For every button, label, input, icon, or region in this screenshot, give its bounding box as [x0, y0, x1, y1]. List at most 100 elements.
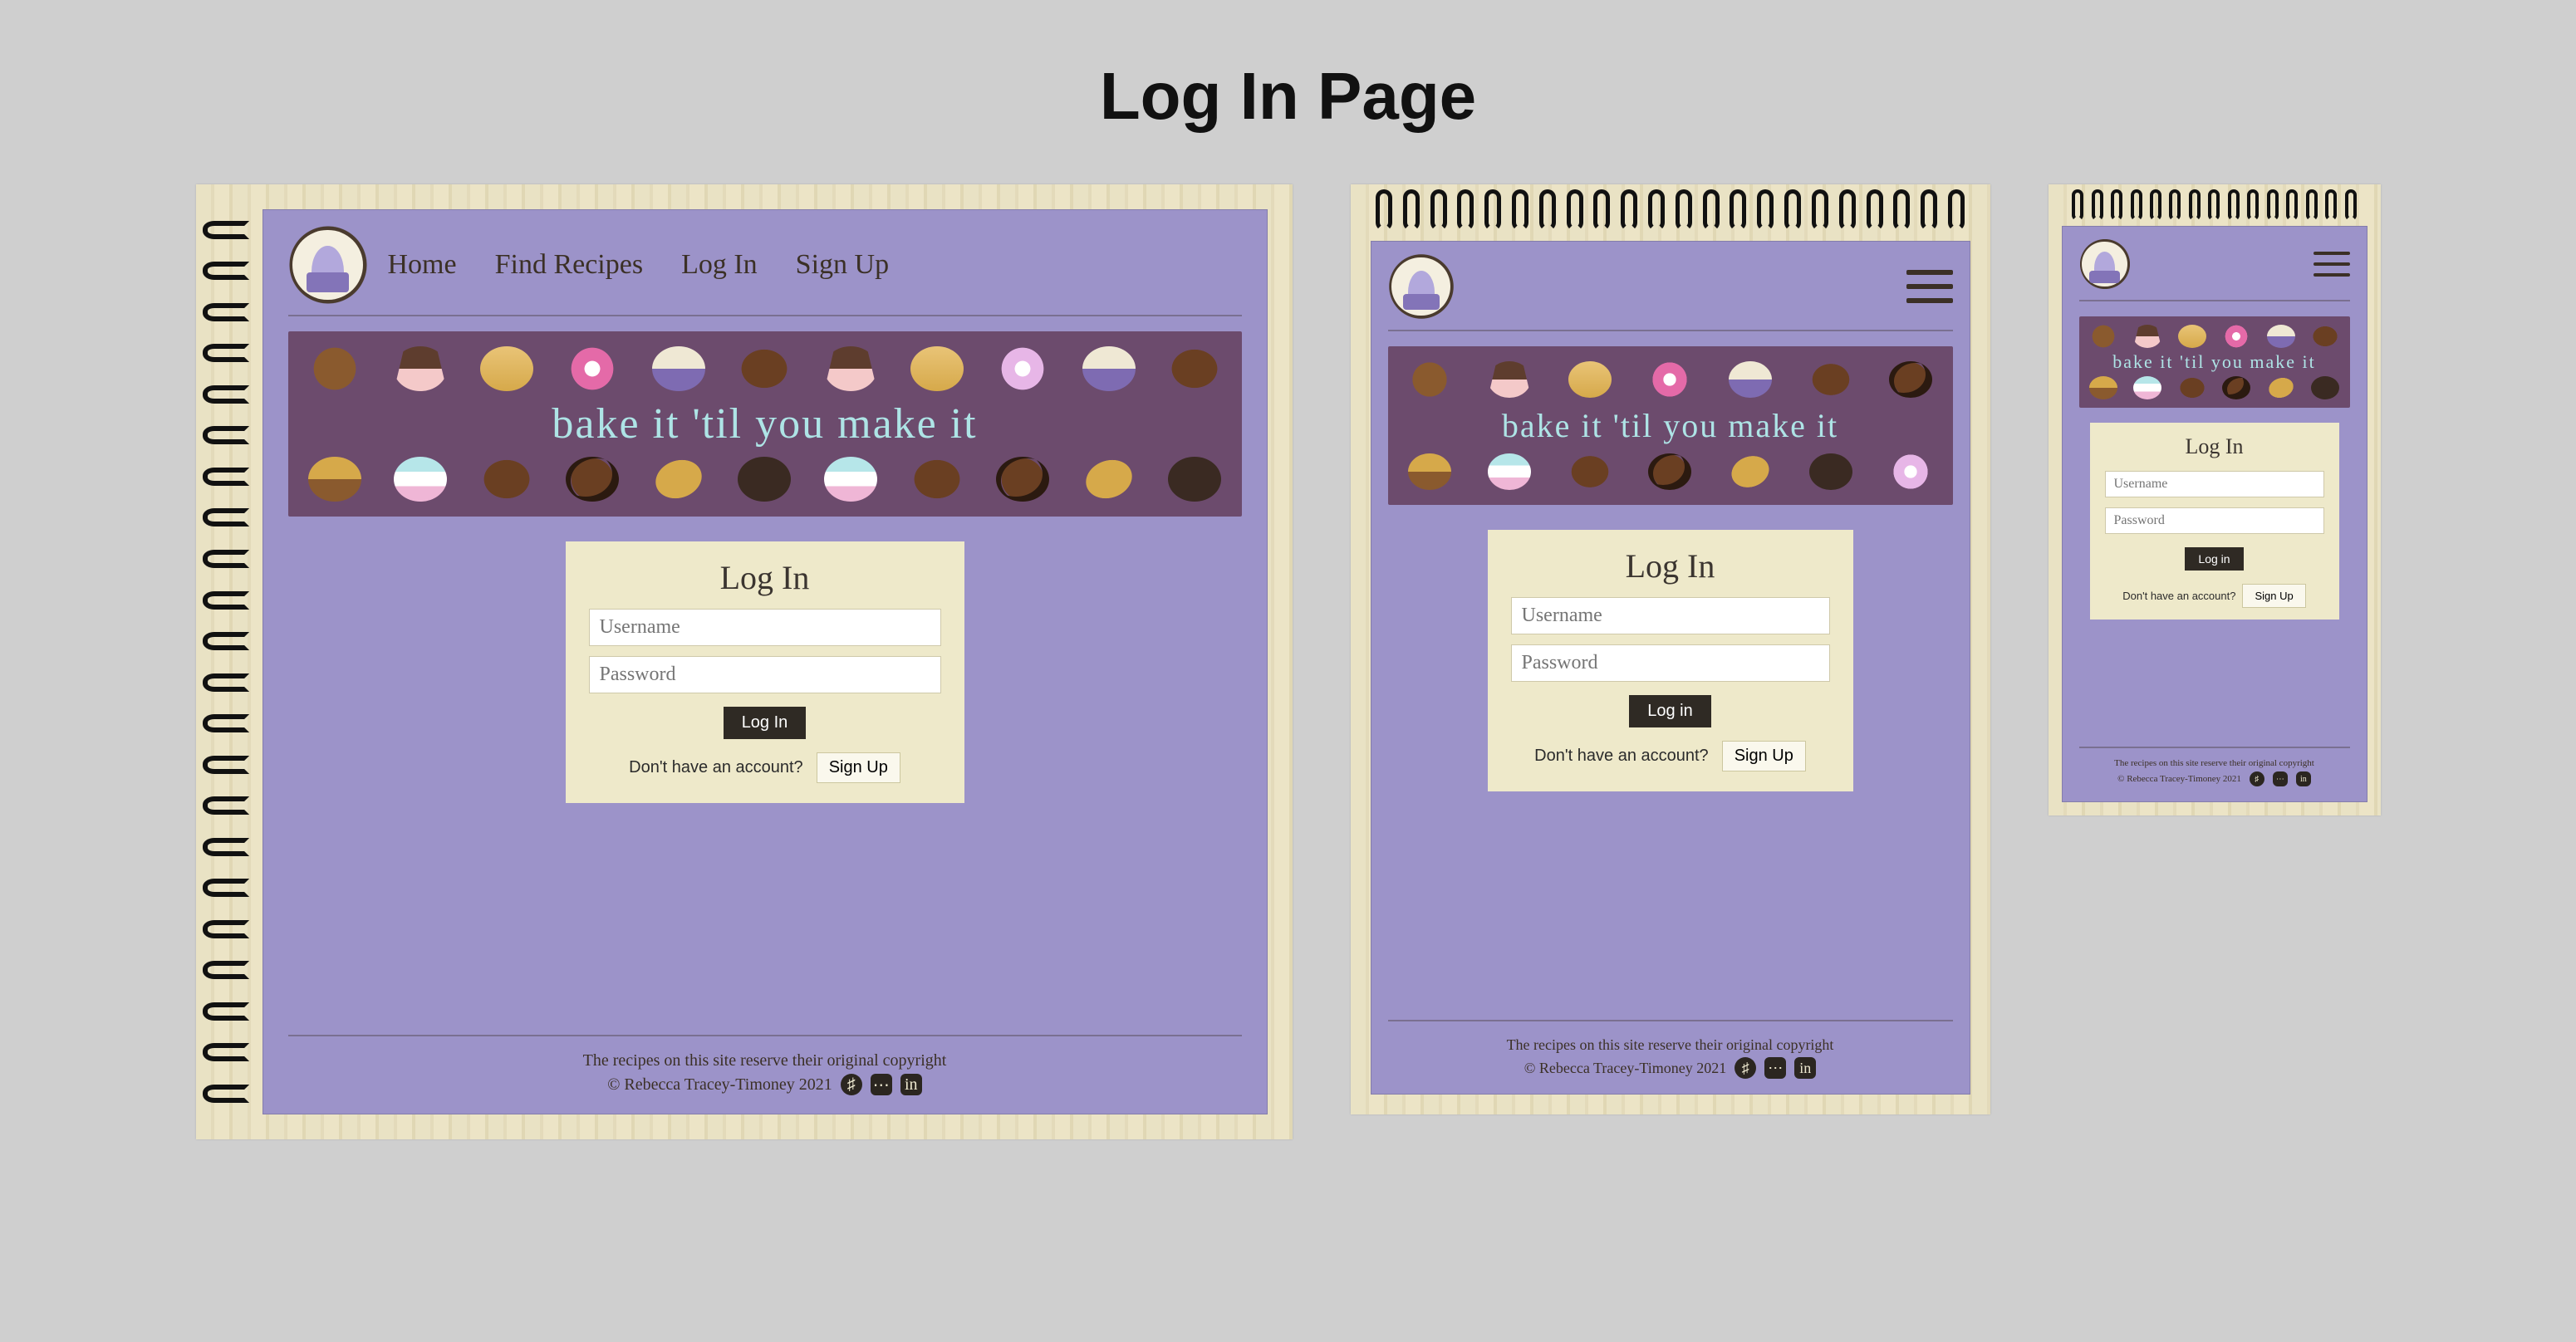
cookie-icon [1889, 361, 1932, 398]
logo[interactable] [1388, 253, 1455, 320]
roll-icon [910, 457, 964, 502]
chat-icon[interactable]: ⋯ [871, 1074, 892, 1095]
roll-icon [1168, 346, 1221, 391]
login-card: Log In Log in Don't have an account? Sig… [1488, 530, 1853, 791]
macaron-icon [394, 457, 447, 502]
hero-banner: bake it 'til you make it [288, 331, 1242, 517]
nav-signup[interactable]: Sign Up [796, 249, 889, 281]
hamburger-menu-icon[interactable] [1906, 270, 1953, 303]
macaron-icon [824, 457, 877, 502]
footer: The recipes on this site reserve their o… [1388, 1020, 1953, 1082]
pretzel-icon [308, 346, 361, 391]
croissant-icon [2264, 376, 2297, 399]
page-surface: Home Find Recipes Log In Sign Up [263, 209, 1268, 1114]
chat-icon[interactable]: ⋯ [2273, 771, 2288, 786]
bread-icon [480, 346, 533, 391]
cookie-icon [996, 457, 1049, 502]
cake-slice-icon [394, 346, 447, 391]
croissant-icon [1078, 457, 1140, 502]
macaron-icon [2133, 376, 2161, 399]
username-field[interactable] [1511, 597, 1830, 634]
footer-copyright: The recipes on this site reserve their o… [2114, 758, 2314, 768]
github-icon[interactable]: ♯ [1735, 1057, 1756, 1079]
nav-find-recipes[interactable]: Find Recipes [495, 249, 643, 281]
password-field[interactable] [589, 656, 941, 693]
mockups-row: Home Find Recipes Log In Sign Up [0, 184, 2576, 1139]
cake-slice-icon [824, 346, 877, 391]
chat-icon[interactable]: ⋯ [1764, 1057, 1786, 1079]
navbar [1388, 253, 1953, 331]
login-heading: Log In [589, 558, 941, 597]
login-heading: Log In [2105, 434, 2324, 459]
linkedin-icon[interactable]: in [900, 1074, 922, 1095]
footer-credit: © Rebecca Tracey-Timoney 2021 [1524, 1060, 1726, 1077]
cookie-icon [1648, 453, 1691, 490]
roll-icon [1568, 453, 1612, 490]
tagline: bake it 'til you make it [308, 399, 1222, 448]
donut-icon [996, 346, 1049, 391]
roll-icon [738, 346, 791, 391]
spiral-binding [1371, 189, 1970, 238]
cupcake-icon [1082, 346, 1136, 391]
pie-icon [1408, 453, 1451, 490]
tagline: bake it 'til you make it [2089, 351, 2340, 373]
cookie-icon [2222, 376, 2250, 399]
username-field[interactable] [589, 609, 941, 646]
cake-slice-icon [1488, 361, 1531, 398]
croissant-icon [1725, 453, 1775, 490]
logo[interactable] [288, 225, 368, 305]
desktop-mockup: Home Find Recipes Log In Sign Up [196, 184, 1293, 1139]
footer-credit: © Rebecca Tracey-Timoney 2021 [2117, 774, 2241, 784]
navbar [2079, 238, 2350, 301]
signup-button[interactable]: Sign Up [817, 752, 900, 783]
bread-icon [2178, 325, 2206, 348]
linkedin-icon[interactable]: in [1794, 1057, 1816, 1079]
tagline: bake it 'til you make it [1408, 406, 1933, 445]
signup-button[interactable]: Sign Up [1722, 741, 1806, 771]
roll-icon [2178, 376, 2206, 399]
navbar: Home Find Recipes Log In Sign Up [288, 225, 1242, 316]
nav-home[interactable]: Home [388, 249, 457, 281]
password-field[interactable] [1511, 644, 1830, 682]
hero-banner: bake it 'til you make it [2079, 316, 2350, 408]
signup-button[interactable]: Sign Up [2242, 584, 2305, 608]
linkedin-icon[interactable]: in [2296, 771, 2311, 786]
tablet-mockup: bake it 'til you make it Log In Log in [1351, 184, 1990, 1114]
footer-copyright: The recipes on this site reserve their o… [1507, 1036, 1834, 1054]
nav-login[interactable]: Log In [681, 249, 758, 281]
signup-prompt: Don't have an account? [1534, 747, 1709, 766]
cookie-icon [566, 457, 619, 502]
cupcake-icon [2267, 325, 2295, 348]
roll-icon [1809, 361, 1852, 398]
login-button[interactable]: Log In [724, 707, 807, 739]
donut-icon [566, 346, 619, 391]
donut-icon [2222, 325, 2250, 348]
bread-icon [1568, 361, 1612, 398]
cupcake-icon [1729, 361, 1772, 398]
brownie-icon [2311, 376, 2339, 399]
username-field[interactable] [2105, 471, 2324, 497]
hamburger-menu-icon[interactable] [2313, 252, 2350, 277]
logo[interactable] [2079, 238, 2131, 290]
footer-credit: © Rebecca Tracey-Timoney 2021 [607, 1075, 832, 1095]
croissant-icon [648, 457, 709, 502]
password-field[interactable] [2105, 507, 2324, 534]
page-title: Log In Page [0, 0, 2576, 135]
cake-slice-icon [2133, 325, 2161, 348]
brownie-icon [1809, 453, 1852, 490]
page-surface: bake it 'til you make it Log In Log in [1371, 241, 1970, 1095]
mobile-mockup: bake it 'til you make it Log In Log in D… [2049, 184, 2381, 815]
spiral-binding [203, 209, 253, 1114]
bread-icon [910, 346, 964, 391]
github-icon[interactable]: ♯ [2250, 771, 2264, 786]
login-heading: Log In [1511, 546, 1830, 585]
roll-icon [480, 457, 533, 502]
login-card: Log In Log in Don't have an account? Sig… [2090, 423, 2339, 620]
github-icon[interactable]: ♯ [841, 1074, 862, 1095]
brownie-icon [1168, 457, 1221, 502]
donut-icon [1648, 361, 1691, 398]
login-button[interactable]: Log in [1629, 695, 1711, 727]
footer: The recipes on this site reserve their o… [288, 1035, 1242, 1099]
login-button[interactable]: Log in [2185, 547, 2243, 571]
hero-banner: bake it 'til you make it [1388, 346, 1953, 505]
